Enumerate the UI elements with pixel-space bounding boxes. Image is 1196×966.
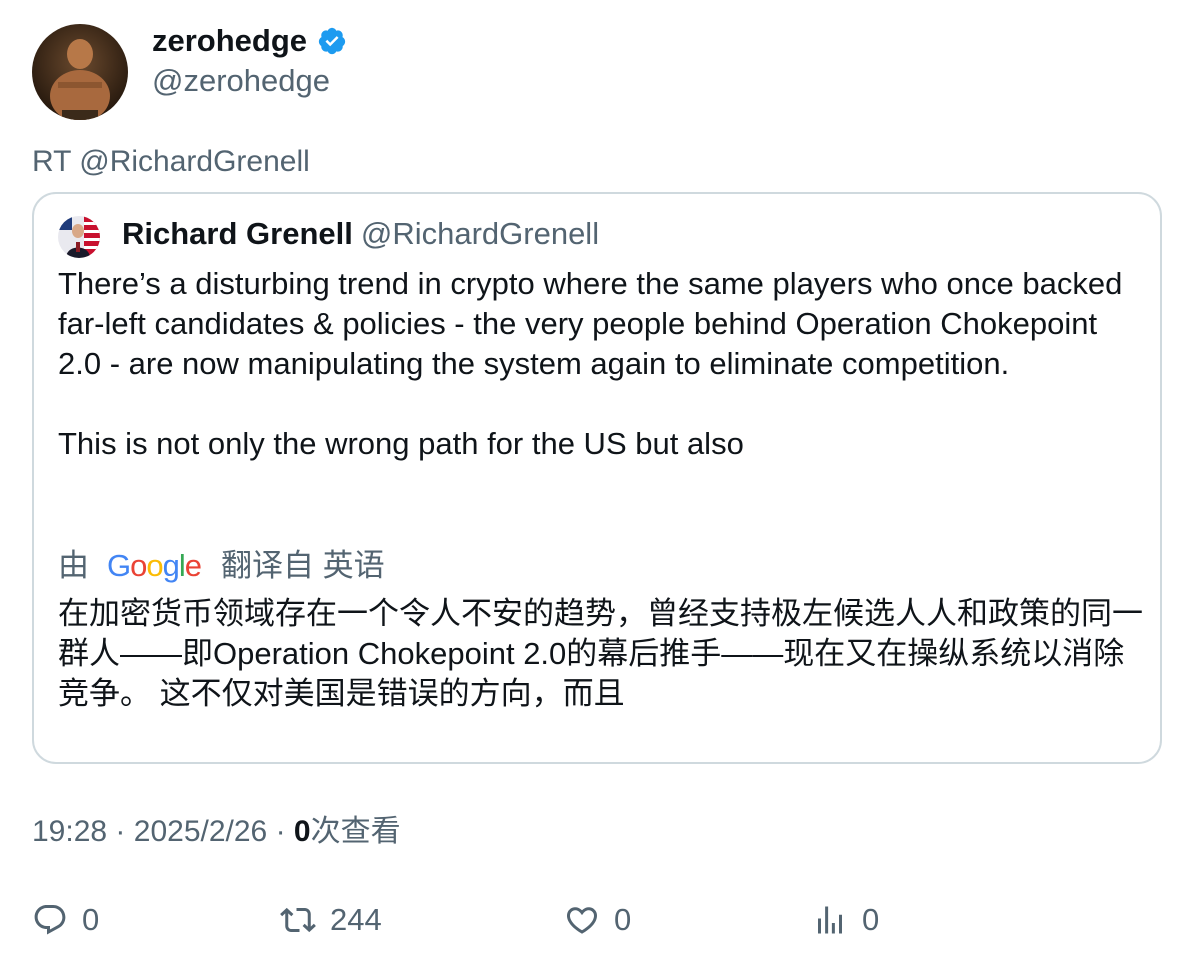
quoted-author-handle: @RichardGrenell (360, 216, 600, 251)
meta-separator: · (115, 815, 126, 848)
tweet-date[interactable]: 2025/2/26 (134, 815, 267, 848)
meta-separator: · (275, 815, 286, 848)
translation-suffix: 翻译自 英语 (221, 548, 385, 583)
author-name-text: zerohedge (152, 23, 308, 58)
tweet-time[interactable]: 19:28 (32, 815, 107, 848)
paragraph-spacer (58, 384, 1138, 424)
translated-text: 在加密货币领域存在一个令人不安的趋势，曾经支持极左候选人人和政策的同一群人——即… (58, 596, 1143, 711)
google-logo-icon: Google (107, 548, 202, 583)
verified-badge-icon (317, 26, 347, 56)
analytics-icon (818, 906, 842, 934)
reply-button[interactable]: 0 (32, 898, 99, 942)
author-handle[interactable]: @zerohedge (152, 62, 330, 100)
quoted-author-name: Richard Grenell (122, 216, 353, 251)
author-avatar[interactable] (32, 24, 128, 120)
translation-attribution: 由 Google 翻译自 英语 (58, 546, 385, 586)
translation-prefix: 由 (58, 548, 89, 583)
quoted-tweet-card[interactable]: Richard Grenell @RichardGrenell There’s a… (32, 192, 1162, 764)
like-button[interactable]: 0 (564, 898, 631, 942)
heart-icon (566, 907, 598, 934)
tweet-meta: 19:28 · 2025/2/26 · 0次查看 (32, 812, 401, 852)
quoted-author-avatar[interactable] (58, 216, 100, 258)
quoted-tweet-text: There’s a disturbing trend in crypto whe… (58, 264, 1138, 464)
reply-icon (34, 905, 66, 935)
like-count: 0 (614, 902, 632, 937)
quoted-author-header[interactable]: Richard Grenell @RichardGrenell (122, 215, 599, 253)
views-button[interactable]: 0 (812, 898, 879, 942)
views-label: 次查看 (310, 815, 401, 848)
views-action-count: 0 (862, 902, 880, 937)
retweet-count: 244 (330, 902, 382, 937)
retweet-label: RT @RichardGrenell (32, 145, 310, 178)
views-count: 0 (293, 815, 311, 848)
author-name[interactable]: zerohedge (152, 22, 347, 60)
retweet-icon (280, 907, 316, 933)
reply-count: 0 (82, 902, 100, 937)
quoted-text-paragraph: This is not only the wrong path for the … (58, 426, 744, 461)
quoted-text-paragraph: There’s a disturbing trend in crypto whe… (58, 266, 1123, 381)
retweet-button[interactable]: 244 (280, 898, 382, 942)
